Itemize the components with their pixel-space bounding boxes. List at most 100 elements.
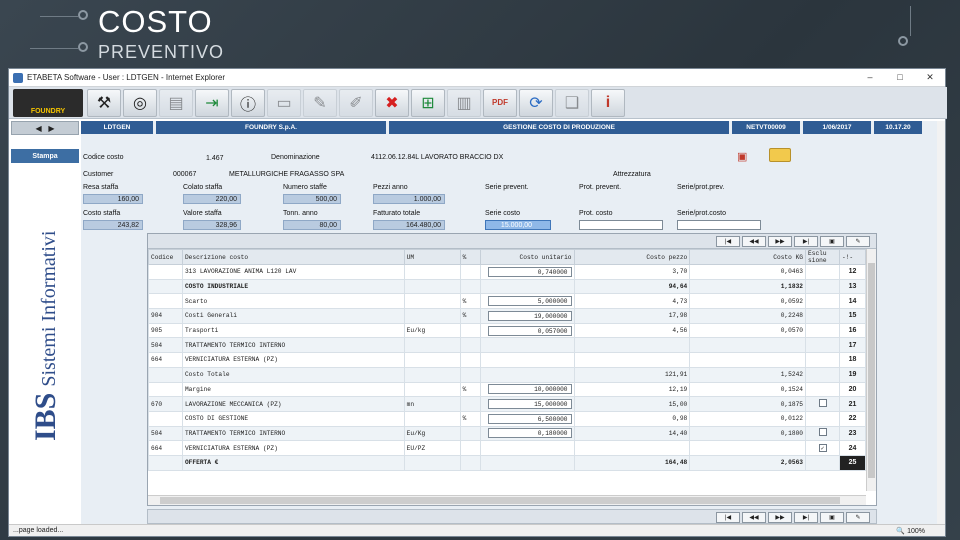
table-row[interactable]: OFFERTA € 164,48 2,0563 25 (148, 454, 867, 471)
disc-icon[interactable]: ◎ (123, 88, 157, 117)
table-row[interactable]: 670 LAVORAZIONE MECCANICA (PZ) mn 15,000000… (148, 396, 867, 412)
left-arrow-icon[interactable]: ◀ (36, 124, 42, 133)
zoom-level[interactable]: 🔍 100% (896, 527, 925, 535)
help-icon[interactable]: i (591, 88, 625, 117)
first-record-button[interactable]: |◀ (716, 236, 740, 247)
zoom-value[interactable]: 100% (907, 528, 925, 535)
grid-vertical-thumb[interactable] (868, 263, 875, 478)
numero-staffe-label: Numero staffe (283, 184, 327, 191)
wrench-icon[interactable]: ⚒ (87, 88, 121, 117)
col-percent[interactable]: % (459, 249, 481, 265)
table-row[interactable]: COSTO DI GESTIONE% 6,500000 0,98 0,0122 22 (148, 410, 867, 427)
denominazione-value[interactable]: 4112.06.12.84L LAVORATO BRACCIO DX (371, 154, 503, 161)
costo-unitario-input[interactable]: 0,740000 (487, 266, 572, 277)
refresh-icon[interactable]: ⟳ (519, 88, 553, 117)
prev-record-button[interactable]: ◀◀ (742, 236, 766, 247)
report-icon[interactable]: ▥ (447, 88, 481, 117)
delete-icon[interactable]: ✖ (375, 88, 409, 117)
serie-costo-input[interactable]: 15.000,00 (485, 220, 551, 230)
table-row[interactable]: 313 LAVORAZIONE ANIMA L120 LAV 0,740000 3,… (148, 264, 867, 280)
costo-unitario-input[interactable]: 5,000000 (487, 296, 572, 307)
costo-unitario-input[interactable]: 10,000000 (487, 384, 572, 395)
table-row[interactable]: 905 Trasporti Eu/kg 0,057000 4,56 0,0570 16 (148, 322, 867, 339)
colato-staffa-value[interactable]: 220,00 (183, 194, 241, 204)
info-icon[interactable]: ⓘ (231, 88, 265, 117)
pdf-icon[interactable]: ▣ (737, 150, 747, 163)
col-descrizione[interactable]: Descrizione costo (181, 249, 405, 265)
close-button[interactable]: ✕ (915, 72, 945, 83)
numero-staffe-value[interactable]: 500,00 (283, 194, 341, 204)
first-record-button-bottom[interactable]: |◀ (716, 512, 740, 523)
customer-code[interactable]: 000067 (173, 171, 196, 178)
table-row[interactable]: Costo Totale 121,91 1,5242 19 (148, 366, 867, 383)
right-arrow-icon[interactable]: ▶ (48, 124, 54, 133)
col-um[interactable]: UM (403, 249, 461, 265)
esclusione-checkbox[interactable]: ✓ (818, 444, 827, 453)
resa-staffa-value[interactable]: 160,00 (83, 194, 143, 204)
codice-costo-value[interactable]: 1.467 (206, 155, 224, 162)
serie-prot-costo-input[interactable] (677, 220, 761, 230)
next-record-button[interactable]: ▶▶ (768, 236, 792, 247)
doc-icon[interactable]: ▤ (159, 88, 193, 117)
folder-icon[interactable]: ▭ (267, 88, 301, 117)
table-row[interactable]: COSTO INDUSTRIALE 94,64 1,1832 13 (148, 278, 867, 295)
maximize-button[interactable]: □ (885, 72, 915, 83)
prev-record-button-bottom[interactable]: ◀◀ (742, 512, 766, 523)
window-vertical-scrollbar[interactable] (937, 121, 945, 526)
col-marker[interactable]: -!- (838, 249, 867, 265)
folder-icon[interactable] (769, 148, 791, 162)
costo-unitario-input[interactable]: 0,180000 (487, 428, 572, 439)
exit-icon[interactable]: ⇥ (195, 88, 229, 117)
col-esclusione[interactable]: Esclu sione (805, 249, 840, 265)
codice-costo-label: Codice costo (83, 154, 124, 161)
grid-view-button-bottom[interactable]: ▣ (820, 512, 844, 523)
table-row[interactable]: Scarto% 5,000000 4,73 0,0592 14 (148, 293, 867, 310)
tonn-anno-value[interactable]: 80,00 (283, 220, 341, 230)
table-row[interactable]: 664 VERNICIATURA ESTERNA (PZ) 18 (148, 352, 867, 368)
esclusione-checkbox[interactable] (818, 428, 827, 437)
cell-codice (148, 381, 183, 398)
minimize-button[interactable]: – (855, 72, 885, 83)
valore-staffa-value[interactable]: 328,96 (183, 220, 241, 230)
row-number: 12 (838, 264, 867, 280)
tools-icon[interactable]: ✎ (303, 88, 337, 117)
cell-um (403, 352, 461, 368)
pezzi-anno-value[interactable]: 1.000,00 (373, 194, 445, 204)
grid-horizontal-thumb[interactable] (160, 497, 840, 504)
col-costo-kg[interactable]: Costo KG (689, 249, 807, 265)
stampa-button[interactable]: Stampa (11, 149, 79, 163)
grid-vertical-scrollbar[interactable] (866, 249, 876, 491)
last-record-button[interactable]: ▶| (794, 236, 818, 247)
costo-unitario-input[interactable]: 19,000000 (487, 310, 572, 321)
table-row[interactable]: Margine% 10,000000 12,19 0,1524 20 (148, 381, 867, 398)
last-record-button-bottom[interactable]: ▶| (794, 512, 818, 523)
grid-view-button[interactable]: ▣ (820, 236, 844, 247)
cost-grid: |◀ ◀◀ ▶▶ ▶| ▣ ✎ Codice Descrizione costo… (147, 233, 877, 506)
costo-staffa-value[interactable]: 243,82 (83, 220, 143, 230)
cell-costo-pezzo: 4,73 (573, 293, 691, 310)
table-row[interactable]: 504 TRATTAMENTO TERMICO INTERNO 17 (148, 337, 867, 354)
esclusione-checkbox[interactable] (818, 399, 827, 408)
book-icon[interactable]: ❑ (555, 88, 589, 117)
col-costo-pezzo[interactable]: Costo pezzo (573, 249, 691, 265)
pdf-icon[interactable]: PDF (483, 88, 517, 117)
next-record-button-bottom[interactable]: ▶▶ (768, 512, 792, 523)
customer-name[interactable]: METALLURGICHE FRAGASSO SPA (229, 171, 344, 178)
pen-icon[interactable]: ✐ (339, 88, 373, 117)
col-codice[interactable]: Codice (148, 249, 183, 265)
col-costo-unitario[interactable]: Costo unitario (479, 249, 575, 265)
left-nav-arrows[interactable]: ◀ ▶ (11, 121, 79, 135)
prot-costo-input[interactable] (579, 220, 663, 230)
grid-horizontal-scrollbar[interactable] (148, 495, 866, 505)
costo-unitario-input[interactable]: 6,500000 (487, 413, 572, 424)
grid-nav-top: |◀ ◀◀ ▶▶ ▶| ▣ ✎ (148, 234, 876, 249)
costo-unitario-input[interactable]: 0,057000 (487, 325, 572, 336)
edit-button[interactable]: ✎ (846, 236, 870, 247)
table-row[interactable]: 664 VERNICIATURA ESTERNA (PZ) EU/PZ ✓ 24 (148, 440, 867, 456)
table-row[interactable]: 904 Costi Generali% 19,000000 17,98 0,2248 15 (148, 308, 867, 324)
edit-button-bottom[interactable]: ✎ (846, 512, 870, 523)
table-row[interactable]: 504 TRATTAMENTO TERMICO INTERNO Eu/Kg 0,180… (148, 425, 867, 442)
fatturato-totale-value[interactable]: 164.480,00 (373, 220, 445, 230)
excel-icon[interactable]: ⊞ (411, 88, 445, 117)
costo-unitario-input[interactable]: 15,000000 (487, 399, 572, 410)
